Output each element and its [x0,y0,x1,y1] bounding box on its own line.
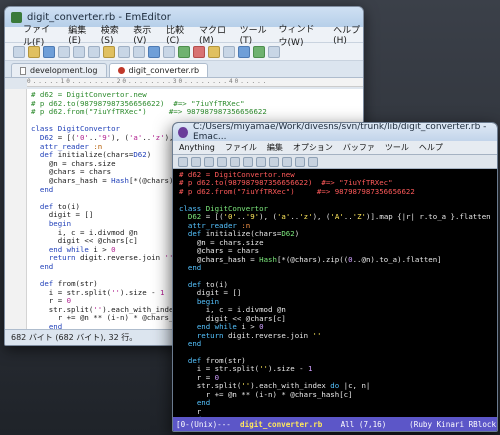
replace-icon[interactable] [178,45,190,58]
print-icon[interactable] [295,156,305,167]
split-window-icon[interactable] [223,45,235,58]
code-line[interactable]: digit = [] [179,289,493,297]
code-line[interactable]: i = str.split('').size - 1 [179,365,493,373]
emacs-code-area[interactable]: # d62 = DigitConvertor.new # p d62.to(987… [173,170,497,417]
macro-record-icon[interactable] [193,45,205,58]
mode-line-suffix: All (7,16) (Ruby Kinari RBlock AC Flymak… [340,419,497,429]
menu-item-file[interactable]: ファイル [225,142,257,153]
open-folder-icon[interactable] [191,156,201,167]
redo-icon[interactable] [133,45,145,58]
code-line[interactable]: r [179,407,493,416]
code-line[interactable]: end [179,263,493,272]
emacs-window[interactable]: C:/Users/miyamae/Work/divesns/svn/trunk/… [172,122,498,432]
tab-label: development.log [30,66,98,75]
ruby-file-icon [117,67,125,74]
menu-item-tools[interactable]: ツール [385,142,409,153]
menu-item-anything[interactable]: Anything [179,143,215,152]
emacs-toolbar [173,155,497,169]
undo-icon[interactable] [230,156,240,167]
mode-line-buffer-name: digit_converter.rb [240,419,323,429]
outline-icon[interactable] [238,45,250,58]
code-line[interactable]: end [179,339,493,348]
copy-icon[interactable] [88,45,100,58]
tab-label: digit_converter.rb [128,66,200,75]
emacs-menu-bar: Anything ファイル 編集 オプション バッファ ツール ヘルプ [173,141,497,155]
highlight-icon[interactable] [253,45,265,58]
menu-item-window[interactable]: ウィンドウ(W) [279,22,324,48]
menu-item-search[interactable]: 検索(S) [101,23,124,46]
new-file-icon[interactable] [13,45,25,58]
code-line[interactable]: r += @n ** (i-n) * @chars_hash[c] [179,390,493,399]
cut-icon[interactable] [243,156,253,167]
cut-icon[interactable] [73,45,85,58]
code-line[interactable]: end [179,399,493,407]
menu-item-buffers[interactable]: バッファ [343,142,375,153]
copy-icon[interactable] [256,156,266,167]
macro-run-icon[interactable] [208,45,220,58]
menu-item-file[interactable]: ファイル(F) [23,22,58,48]
menu-item-options[interactable]: オプション [293,142,333,153]
undo-icon[interactable] [118,45,130,58]
close-icon[interactable] [204,156,214,167]
tab-digit-converter[interactable]: digit_converter.rb [108,63,209,77]
emeditor-menu-bar: ファイル(F) 編集(E) 検索(S) 表示(V) 比較(C) マクロ(M) ツ… [5,25,363,48]
search-icon[interactable] [148,45,160,58]
code-line[interactable]: @chars_hash = Hash[*(@chars).zip((0..@n)… [179,255,493,264]
code-line[interactable]: # p d62.from("7iuYfTRXec") #=> 987987987… [31,107,359,117]
save-icon[interactable] [43,45,55,58]
menu-item-view[interactable]: 表示(V) [133,23,156,46]
menu-item-compare[interactable]: 比較(C) [166,23,189,46]
code-line[interactable]: # p d62.from("7iuYfTRXec") #=> 987987987… [179,187,493,196]
help-icon[interactable] [308,156,318,167]
emacs-app-icon [178,126,188,138]
paste-icon[interactable] [269,156,279,167]
wrap-icon[interactable] [268,45,280,58]
column-ruler: 0.....10........20........30........40..… [27,78,363,87]
paste-icon[interactable] [103,45,115,58]
search-icon[interactable] [282,156,292,167]
status-text: 682 バイト (682 バイト), 32 行。 [11,333,138,342]
emacs-title-bar[interactable]: C:/Users/miyamae/Work/divesns/svn/trunk/… [173,122,497,142]
emeditor-tab-bar: development.log digit_converter.rb [5,61,363,78]
menu-item-help[interactable]: ヘルプ(H) [333,23,363,46]
document-icon [20,66,26,75]
mode-line-prefix: [0-(Unix)--- [176,419,241,429]
new-file-icon[interactable] [178,156,188,167]
find-next-icon[interactable] [163,45,175,58]
menu-item-edit[interactable]: 編集 [267,142,283,153]
code-line[interactable]: return digit.reverse.join '' [179,331,493,340]
emacs-title: C:/Users/miyamae/Work/divesns/svn/trunk/… [192,122,487,142]
line-number-gutter [5,89,27,329]
open-folder-icon[interactable] [28,45,40,58]
print-icon[interactable] [58,45,70,58]
menu-item-macro[interactable]: マクロ(M) [199,23,230,46]
emacs-mode-line: [0-(Unix)--- digit_converter.rb All (7,1… [173,417,497,431]
menu-item-help[interactable]: ヘルプ [419,142,443,153]
emeditor-app-icon [11,11,22,23]
menu-item-tools[interactable]: ツール(T) [240,23,269,46]
tab-development-log[interactable]: development.log [11,63,107,77]
menu-item-edit[interactable]: 編集(E) [68,23,90,46]
save-icon[interactable] [217,156,227,167]
